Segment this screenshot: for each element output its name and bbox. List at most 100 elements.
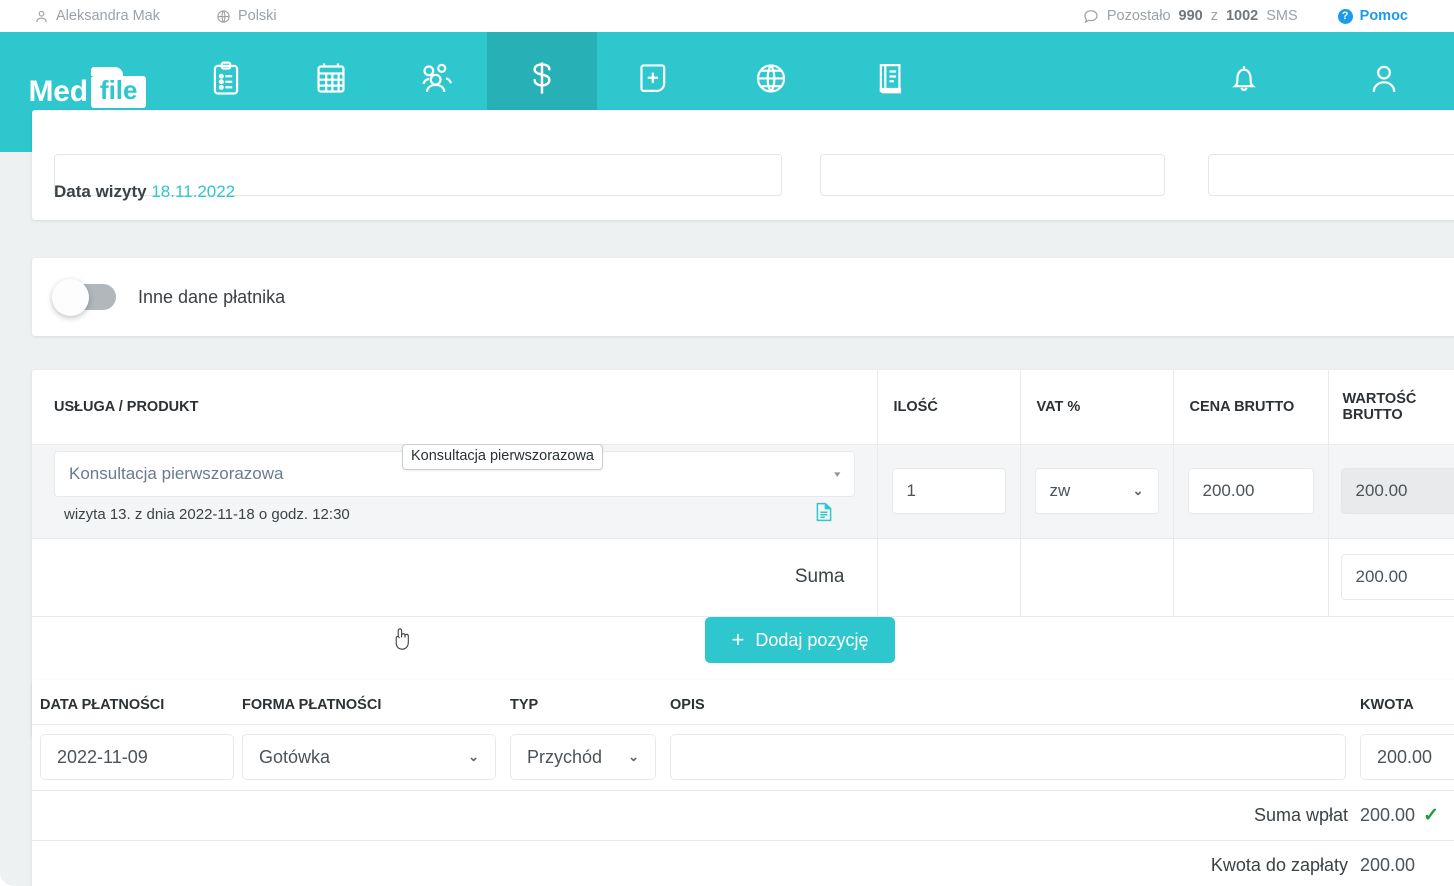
items-sum-row: Suma 200.00 [32, 538, 1454, 617]
add-item-button[interactable]: + Dodaj pozycję [705, 617, 895, 663]
col-header-value-gross-line1: WARTOŚĆ [1342, 390, 1417, 407]
globe-icon [753, 57, 789, 97]
app-window: Aleksandra Mak Polski Pozostało 990 z 10… [0, 0, 1454, 886]
qty-input[interactable]: 1 [891, 468, 1006, 514]
chevron-down-icon: ⌄ [628, 749, 639, 764]
visit-date-label: Data wizyty [54, 182, 147, 201]
chevron-down-icon: ⌄ [1132, 483, 1144, 498]
payments-due-row: Kwota do zapłaty 200.00 [32, 840, 1454, 886]
plus-icon: + [731, 627, 745, 652]
check-icon: ✓ [1423, 804, 1439, 826]
language-selector[interactable]: Polski [216, 8, 277, 24]
items-table-header-row: USŁUGA / PRODUKT ILOŚĆ VAT % CENA BRUTTO… [32, 370, 1454, 445]
page-content: Data wizyty 18.11.2022 Inne dane płatnik… [0, 110, 1454, 886]
sum-empty-price [1172, 538, 1328, 617]
help-link[interactable]: ? Pomoc [1337, 8, 1408, 24]
col-header-payment-description: OPIS [670, 680, 1360, 725]
payment-date-input[interactable]: 2022-11-09 [40, 734, 234, 780]
item-visit-reference-text: wizyta 13. z dnia 2022-11-18 o godz. 12:… [64, 505, 350, 523]
bell-icon [1227, 57, 1261, 97]
sum-value-cell: 200.00 [1327, 538, 1454, 617]
payment-form-cell: Gotówka ⌄ [242, 724, 510, 791]
payment-form-value: Gotówka [259, 746, 331, 767]
other-payer-label: Inne dane płatnika [138, 286, 286, 307]
col-header-payment-amount: KWOTA [1360, 680, 1454, 725]
sms-remaining: 990 [1178, 8, 1203, 24]
total-paid-label: Suma wpłat [32, 790, 1360, 841]
header-field-2[interactable] [820, 154, 1165, 196]
col-header-value-gross-line2: BRUTTO [1342, 406, 1403, 423]
payment-type-value: Przychód [527, 746, 603, 767]
invoice-header-card: Data wizyty 18.11.2022 [32, 110, 1454, 220]
payment-description-input[interactable] [670, 734, 1346, 780]
globe-icon [216, 9, 231, 24]
payment-type-cell: Przychód ⌄ [510, 724, 670, 791]
payments-table-card: DATA PŁATNOŚCI FORMA PŁATNOŚCI TYP OPIS … [32, 680, 1454, 886]
col-header-payment-form: FORMA PŁATNOŚCI [242, 680, 510, 725]
visit-date: Data wizyty 18.11.2022 [54, 182, 235, 202]
sms-total: 1002 [1225, 8, 1259, 24]
calendar-icon [314, 57, 348, 97]
payments-header-row: DATA PŁATNOŚCI FORMA PŁATNOŚCI TYP OPIS … [32, 680, 1454, 725]
language-label: Polski [237, 8, 277, 24]
item-price-cell: 200.00 [1172, 444, 1328, 539]
payment-type-select[interactable]: Przychód ⌄ [510, 734, 656, 780]
col-header-vat: VAT % [1019, 370, 1173, 445]
user-icon [34, 9, 49, 24]
toggle-knob [52, 279, 89, 316]
clipboard-icon [209, 57, 243, 97]
col-header-price-gross: CENA BRUTTO [1172, 370, 1328, 445]
payment-amount-cell: 200.00 [1360, 724, 1454, 791]
book-icon [873, 57, 907, 97]
col-header-payment-type: TYP [510, 680, 670, 725]
table-row: 2022-11-09 Gotówka ⌄ Przychód ⌄ 200.00 [32, 724, 1454, 791]
item-visit-reference: wizyta 13. z dnia 2022-11-18 o godz. 12:… [54, 497, 855, 531]
health-card-icon [635, 57, 669, 97]
service-tooltip: Konsultacja pierwszorazowa [402, 444, 603, 470]
logo-text-file: file [90, 67, 147, 108]
price-gross-input[interactable]: 200.00 [1187, 468, 1314, 514]
sum-empty-vat [1019, 538, 1173, 617]
vat-select-value: zw [1049, 481, 1071, 500]
header-field-3[interactable] [1208, 154, 1454, 196]
sum-value: 200.00 [1340, 554, 1454, 600]
amount-due-label: Kwota do zapłaty [1210, 854, 1348, 875]
question-mark-icon: ? [1337, 8, 1353, 24]
document-icon[interactable] [815, 502, 833, 526]
payments-table: DATA PŁATNOŚCI FORMA PŁATNOŚCI TYP OPIS … [32, 680, 1454, 886]
item-vat-cell: zw ⌄ [1019, 444, 1173, 539]
items-table: USŁUGA / PRODUKT ILOŚĆ VAT % CENA BRUTTO… [32, 370, 1454, 617]
top-utility-bar: Aleksandra Mak Polski Pozostało 990 z 10… [0, 0, 1454, 32]
sms-quota: Pozostało 990 z 1002 SMS [1083, 8, 1298, 24]
add-item-label: Dodaj pozycję [755, 629, 869, 650]
item-qty-cell: 1 [876, 444, 1020, 539]
payment-amount-input[interactable]: 200.00 [1360, 734, 1454, 780]
visit-date-value: 18.11.2022 [151, 182, 236, 201]
sum-label: Suma [32, 538, 877, 617]
payment-date-cell: 2022-11-09 [32, 724, 242, 791]
chevron-down-icon: ⌄ [468, 749, 479, 764]
vat-select[interactable]: zw ⌄ [1034, 468, 1159, 514]
payment-description-cell [670, 724, 1360, 791]
payment-form-select[interactable]: Gotówka ⌄ [242, 734, 496, 780]
sum-empty-qty [876, 538, 1020, 617]
user-icon [1367, 57, 1401, 97]
col-header-value-gross: WARTOŚĆ BRUTTO [1327, 370, 1454, 445]
sms-middle: z [1210, 8, 1218, 24]
account-name[interactable]: Aleksandra Mak [34, 8, 160, 24]
col-header-payment-date: DATA PŁATNOŚCI [32, 680, 242, 725]
account-name-label: Aleksandra Mak [56, 8, 160, 24]
table-row: Konsultacja pierwszorazowa ▾ wizyta 13. … [32, 444, 1454, 539]
chat-bubble-icon [1083, 8, 1099, 24]
payer-data-card: Inne dane płatnika [32, 258, 1454, 336]
sms-suffix: SMS [1266, 8, 1298, 24]
sms-prefix: Pozostało [1106, 8, 1171, 24]
value-gross-readonly: 200.00 [1340, 468, 1454, 514]
col-header-service: USŁUGA / PRODUKT [32, 370, 877, 445]
other-payer-toggle[interactable] [52, 279, 116, 316]
logo-text-med: Med [28, 75, 89, 108]
people-icon [418, 57, 456, 97]
item-value-cell: 200.00 [1327, 444, 1454, 539]
service-select-value: Konsultacja pierwszorazowa [69, 464, 284, 483]
chevron-down-icon: ▾ [834, 468, 841, 479]
